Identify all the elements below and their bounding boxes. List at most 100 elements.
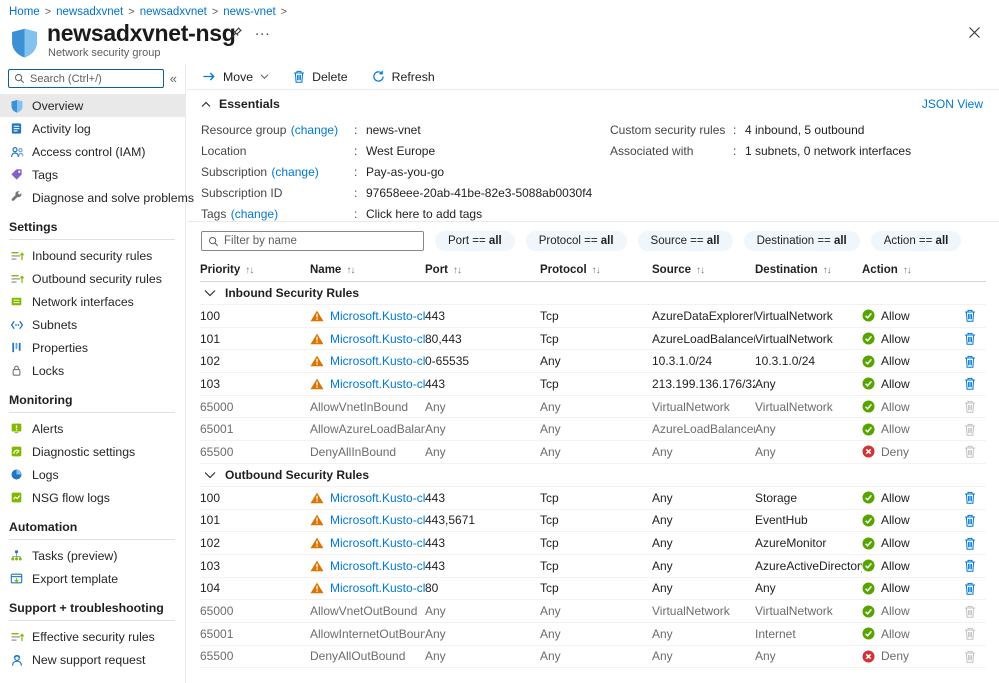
rule-name: Microsoft.Kusto-cl... [310,354,425,368]
pin-icon[interactable] [228,26,243,41]
sidebar-item-tags[interactable]: Tags [0,163,185,186]
allow-icon [862,355,875,368]
filter-pill-protocol[interactable]: Protocol == all [525,231,627,251]
rule-row-outbound-102[interactable]: 102 Microsoft.Kusto-cl... 443 Tcp Any AzureMo… [200,532,986,555]
column-header-port[interactable]: Port ↑↓ [425,264,540,276]
collapse-sidebar-button[interactable]: « [170,71,179,86]
group-header-inbound-security-rules[interactable]: Inbound Security Rules [200,282,986,305]
rule-priority: 100 [200,490,221,505]
filter-pill-source[interactable]: Source == all [637,231,733,251]
sidebar-item-logs[interactable]: Logs [0,463,185,486]
sidebar-item-properties[interactable]: Properties [0,336,185,359]
rule-row-inbound-101[interactable]: 101 Microsoft.Kusto-cl... 80,443 Tcp AzureLo… [200,328,986,351]
subscription-link[interactable]: Pay-as-you-go [366,165,444,179]
sidebar-item-inbound-security-rules[interactable]: Inbound security rules [0,244,185,267]
delete-rule-icon[interactable] [956,491,986,504]
rule-row-inbound-65500[interactable]: 65500 DenyAllInBound Any Any Any Any Deny [200,441,986,464]
rule-row-inbound-100[interactable]: 100 Microsoft.Kusto-cl... 443 Tcp AzureDataE… [200,305,986,328]
sidebar-item-effective-security-rules[interactable]: Effective security rules [0,625,185,648]
sidebar-item-outbound-security-rules[interactable]: Outbound security rules [0,267,185,290]
sidebar-item-network-interfaces[interactable]: Network interfaces [0,290,185,313]
delete-rule-icon[interactable] [956,332,986,345]
rule-row-outbound-104[interactable]: 104 Microsoft.Kusto-cl... 80 Tcp Any Any Allow [200,578,986,601]
delete-rule-icon[interactable] [956,514,986,527]
filter-pill-destination[interactable]: Destination == all [743,231,860,251]
allow-icon [862,537,875,550]
resource-group-change-link[interactable]: (change) [291,123,338,137]
column-header-destination[interactable]: Destination ↑↓ [755,264,862,276]
sidebar-item-subnets[interactable]: Subnets [0,313,185,336]
rule-name-link[interactable]: Microsoft.Kusto-cl... [330,581,425,595]
close-icon[interactable] [968,26,981,39]
rule-action: Deny [862,649,956,663]
rule-name-link[interactable]: Microsoft.Kusto-cl... [330,536,425,550]
rule-row-outbound-101[interactable]: 101 Microsoft.Kusto-cl... 443,5671 Tcp Any Ev… [200,510,986,533]
rule-name-link[interactable]: Microsoft.Kusto-cl... [330,332,425,346]
filter-pill-action[interactable]: Action == all [870,231,962,251]
column-header-action[interactable]: Action ↑↓ [862,264,956,276]
tags-change-link[interactable]: (change) [231,207,278,221]
sidebar-item-label: Network interfaces [32,294,134,309]
rule-row-outbound-103[interactable]: 103 Microsoft.Kusto-cl... 443 Tcp Any AzureAc… [200,555,986,578]
delete-rule-icon[interactable] [956,537,986,550]
resource-group-link[interactable]: news-vnet [366,123,421,137]
column-header-priority[interactable]: Priority ↑↓ [200,264,310,276]
sidebar-item-diagnose-and-solve-problems[interactable]: Diagnose and solve problems [0,186,194,209]
column-header-source[interactable]: Source ↑↓ [652,264,755,276]
delete-rule-icon[interactable] [956,309,986,323]
rule-name-link[interactable]: Microsoft.Kusto-cl... [330,309,425,323]
rule-name-link[interactable]: Microsoft.Kusto-cl... [330,354,425,368]
sidebar-item-diagnostic-settings[interactable]: Diagnostic settings [0,440,185,463]
more-options-icon[interactable]: ... [255,22,271,39]
sidebar-item-activity-log[interactable]: Activity log [0,117,185,140]
delete-rule-icon[interactable] [956,582,986,595]
json-view-link[interactable]: JSON View [922,97,983,111]
sidebar-item-alerts[interactable]: Alerts [0,417,185,440]
delete-button[interactable]: Delete [293,70,348,84]
rule-row-inbound-65000[interactable]: 65000 AllowVnetInBound Any Any VirtualNetwor… [200,396,986,419]
column-header-protocol[interactable]: Protocol ↑↓ [540,264,652,276]
filter-by-name-input[interactable] [224,235,417,247]
sidebar-item-locks[interactable]: Locks [0,359,185,382]
delete-rule-icon[interactable] [956,559,986,572]
group-header-outbound-security-rules[interactable]: Outbound Security Rules [200,464,986,487]
breadcrumb-link-home[interactable]: Home [9,6,40,18]
sidebar-item-new-support-request[interactable]: New support request [0,648,185,671]
refresh-button[interactable]: Refresh [372,70,435,84]
filter-bar: Port == all Protocol == all Source == all D… [187,222,999,259]
rule-row-outbound-65500[interactable]: 65500 DenyAllOutBound Any Any Any Any Deny [200,646,986,669]
breadcrumb-link-newsadxvnet[interactable]: newsadxvnet [56,6,123,18]
rule-destination: VirtualNetwork [755,308,833,323]
sidebar-item-access-control-iam[interactable]: Access control (IAM) [0,140,185,163]
filter-by-name[interactable] [201,231,424,251]
filter-pill-port[interactable]: Port == all [435,231,515,251]
essentials-toggle[interactable]: Essentials [201,97,280,111]
sidebar-search[interactable] [8,69,164,88]
subscription-change-link[interactable]: (change) [271,165,318,179]
rule-source: Any [652,444,673,459]
add-tags-link[interactable]: Click here to add tags [366,207,482,221]
rule-protocol: Tcp [540,490,559,505]
move-button[interactable]: Move [202,70,269,84]
rule-name-link[interactable]: Microsoft.Kusto-cl... [330,513,425,527]
sidebar-item-overview[interactable]: Overview [0,94,185,117]
rule-row-outbound-65001[interactable]: 65001 AllowInternetOutBound Any Any Any Inter… [200,623,986,646]
column-header-name[interactable]: Name ↑↓ [310,264,425,276]
breadcrumb-link-news-vnet[interactable]: news-vnet [223,6,275,18]
delete-rule-icon[interactable] [956,355,986,368]
rule-name-link[interactable]: Microsoft.Kusto-cl... [330,377,425,391]
rule-row-outbound-65000[interactable]: 65000 AllowVnetOutBound Any Any VirtualNetwo… [200,600,986,623]
sidebar-item-export-template[interactable]: Export template [0,567,185,590]
rule-name-link[interactable]: Microsoft.Kusto-cl... [330,559,425,573]
sidebar-item-tasks-preview[interactable]: Tasks (preview) [0,544,185,567]
delete-rule-icon[interactable] [956,377,986,391]
rule-source: Any [652,649,673,664]
rule-row-outbound-100[interactable]: 100 Microsoft.Kusto-cl... 443 Tcp Any Storage… [200,487,986,510]
rule-name-link[interactable]: Microsoft.Kusto-cl... [330,491,425,505]
rule-row-inbound-103[interactable]: 103 Microsoft.Kusto-cl... 443 Tcp 213.199.13… [200,373,986,396]
sidebar-item-nsg-flow-logs[interactable]: NSG flow logs [0,486,185,509]
search-input[interactable] [30,72,158,85]
rule-row-inbound-102[interactable]: 102 Microsoft.Kusto-cl... 0-65535 Any 10.3.1… [200,350,986,374]
rule-row-inbound-65001[interactable]: 65001AllowAzureLoadBalanc...AnyAnyAzureL… [200,418,986,442]
breadcrumb-link-newsadxvnet[interactable]: newsadxvnet [140,6,207,18]
